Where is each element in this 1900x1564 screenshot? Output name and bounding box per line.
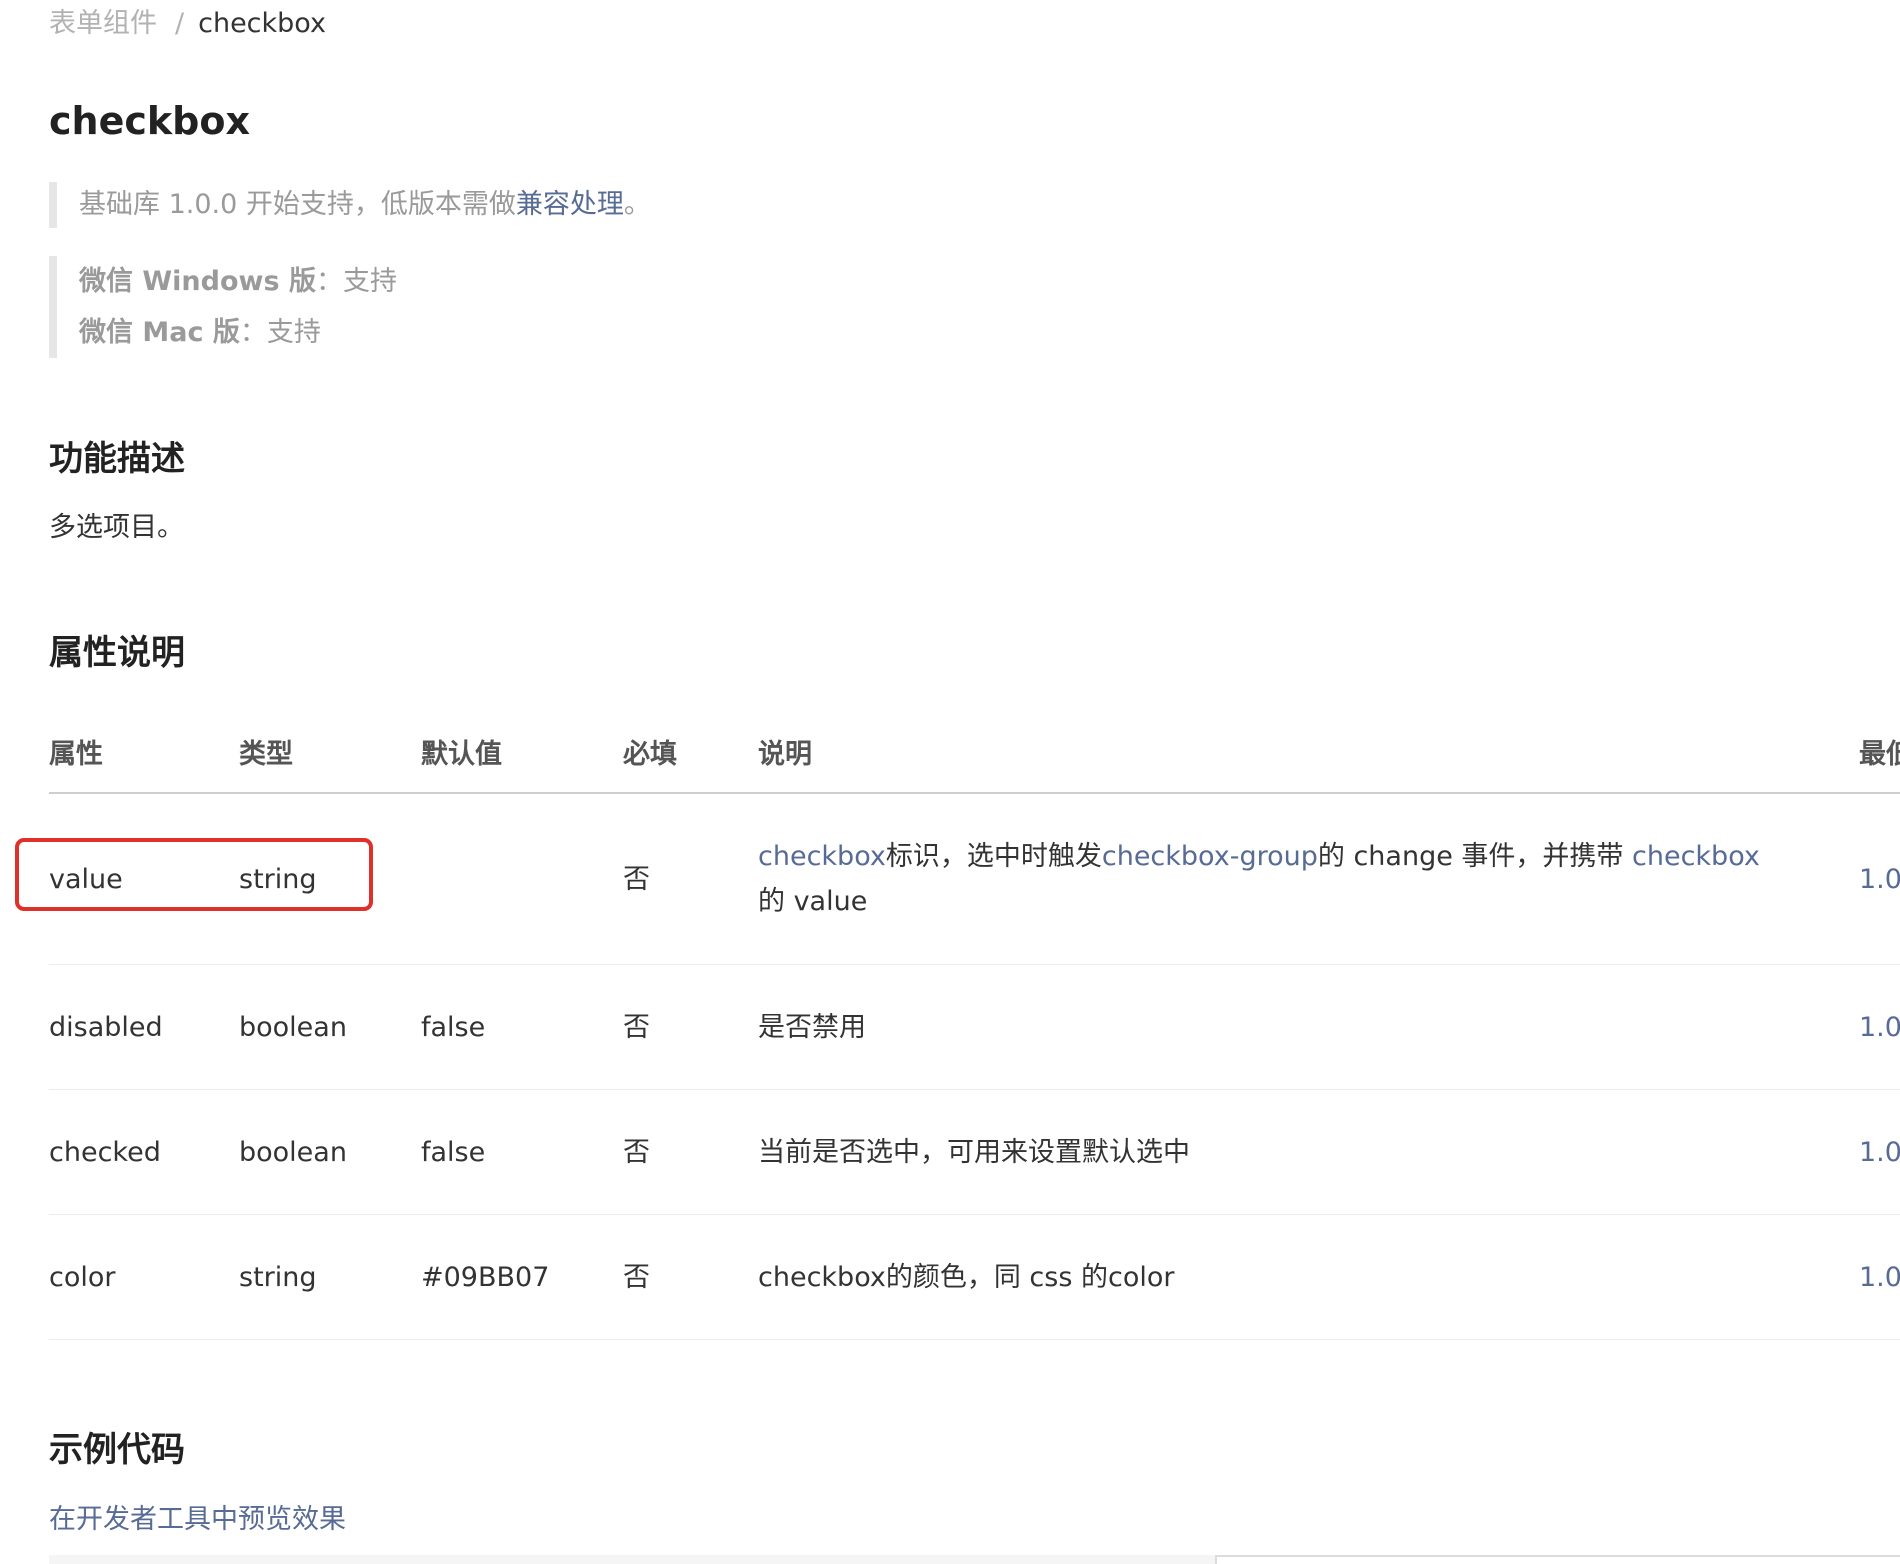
cell-attr: color	[49, 1214, 239, 1340]
cell-required: 否	[623, 1089, 758, 1215]
platform-line-mac: 微信 Mac 版：支持	[79, 307, 397, 358]
cell-required: 否	[623, 964, 758, 1090]
platform-line-windows: 微信 Windows 版：支持	[79, 256, 397, 307]
table-row: color string #09BB07 否 checkbox的颜色，同 css…	[49, 1214, 1900, 1340]
compat-link[interactable]: 兼容处理	[516, 189, 624, 220]
platform-colon: ：	[239, 317, 267, 348]
cell-version[interactable]: 1.0.	[1859, 1214, 1900, 1340]
cell-desc: checkbox的颜色，同 css 的color	[758, 1214, 1859, 1340]
cell-default: false	[421, 1089, 623, 1215]
cell-version[interactable]: 1.0.	[1859, 964, 1900, 1090]
header-type: 类型	[239, 710, 421, 794]
preview-in-devtools-link[interactable]: 在开发者工具中预览效果	[49, 1500, 346, 1540]
platform-status: 支持	[342, 266, 397, 297]
platform-name: 微信 Windows 版	[79, 266, 316, 297]
cell-default: #09BB07	[421, 1214, 623, 1340]
cell-required: 否	[623, 1214, 758, 1340]
header-required: 必填	[623, 710, 758, 794]
platform-name: 微信 Mac 版	[79, 317, 240, 348]
cell-attr: disabled	[49, 964, 239, 1090]
checkbox-group-link[interactable]: checkbox-group	[1102, 841, 1318, 872]
platform-note: 微信 Windows 版：支持 微信 Mac 版：支持	[49, 256, 397, 358]
highlight-annotation-box	[15, 838, 373, 911]
desc-text: 的 value	[758, 886, 868, 917]
desc-text: 的 change 事件，并携带	[1317, 841, 1632, 872]
feature-description: 多选项目。	[49, 512, 184, 543]
breadcrumb-parent-link[interactable]: 表单组件	[49, 8, 157, 39]
header-version: 最低	[1859, 710, 1900, 794]
platform-status: 支持	[266, 317, 321, 348]
cell-desc: 当前是否选中，可用来设置默认选中	[758, 1089, 1859, 1215]
table-row: checked boolean false 否 当前是否选中，可用来设置默认选中…	[49, 1089, 1900, 1215]
platform-colon: ：	[315, 266, 343, 297]
cell-version[interactable]: 1.0.	[1859, 793, 1900, 965]
support-note-suffix: 。	[623, 189, 651, 220]
cell-default	[421, 793, 623, 965]
cell-type: string	[239, 1214, 421, 1340]
support-note: 基础库 1.0.0 开始支持，低版本需做兼容处理。	[49, 182, 651, 228]
breadcrumb-current: checkbox	[198, 8, 326, 39]
cell-desc: checkbox标识，选中时触发checkbox-group的 change 事…	[758, 793, 1859, 965]
breadcrumb-separator: /	[175, 8, 185, 39]
checkbox-link[interactable]: checkbox	[758, 841, 886, 872]
section-title-feature: 功能描述	[49, 439, 185, 479]
cell-type: boolean	[239, 1089, 421, 1215]
section-title-attributes: 属性说明	[49, 633, 185, 673]
checkbox-link[interactable]: checkbox	[1632, 841, 1760, 872]
page-title: checkbox	[49, 99, 250, 143]
header-default: 默认值	[421, 710, 623, 794]
cell-default: false	[421, 964, 623, 1090]
attribute-table: 属性 类型 默认值 必填 说明 最低 value string 否 checkb…	[49, 710, 1900, 1340]
cell-required: 否	[623, 793, 758, 965]
code-preview-panel-edge	[1215, 1555, 1900, 1564]
cell-desc: 是否禁用	[758, 964, 1859, 1090]
breadcrumb: 表单组件 / checkbox	[49, 6, 326, 42]
section-title-example: 示例代码	[49, 1430, 185, 1470]
table-row: disabled boolean false 否 是否禁用 1.0.	[49, 964, 1900, 1090]
support-note-text: 基础库 1.0.0 开始支持，低版本需做	[79, 189, 516, 220]
desc-text: 标识，选中时触发	[885, 841, 1102, 872]
cell-version[interactable]: 1.0.	[1859, 1089, 1900, 1215]
header-attr: 属性	[49, 710, 239, 794]
cell-attr: checked	[49, 1089, 239, 1215]
table-header-row: 属性 类型 默认值 必填 说明 最低	[49, 710, 1900, 794]
header-desc: 说明	[758, 710, 1859, 794]
cell-type: boolean	[239, 964, 421, 1090]
